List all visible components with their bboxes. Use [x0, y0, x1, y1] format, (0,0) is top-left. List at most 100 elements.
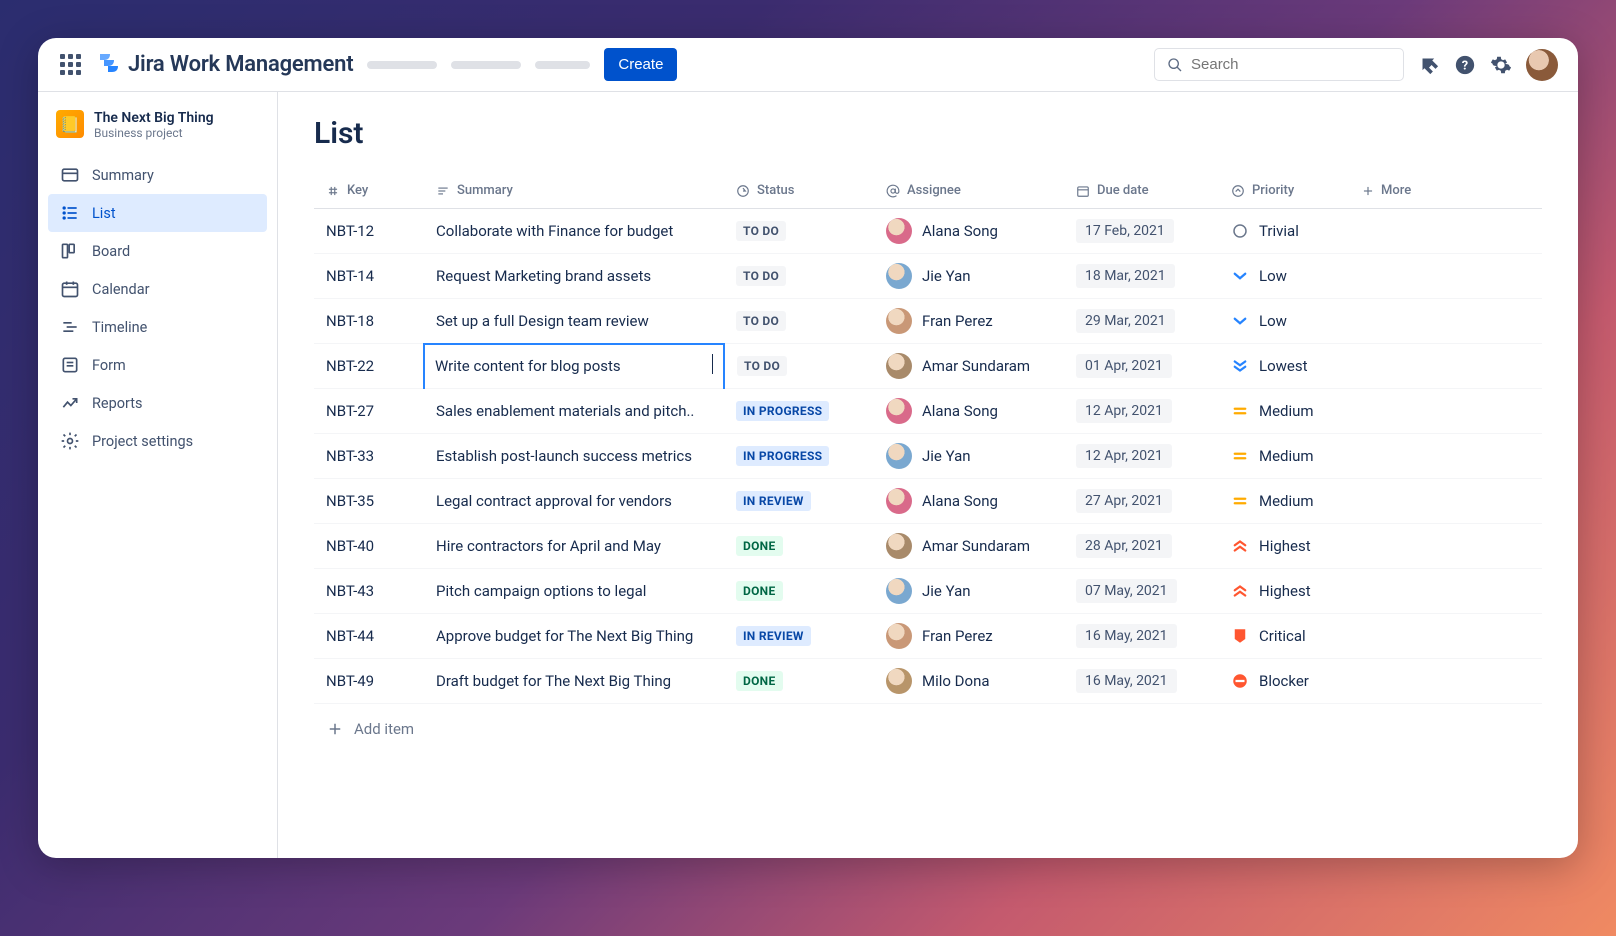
issue-assignee[interactable]: Amar Sundaram — [874, 344, 1064, 389]
issue-due-date[interactable]: 12 Apr, 2021 — [1064, 434, 1219, 479]
issue-assignee[interactable]: Jie Yan — [874, 434, 1064, 479]
issue-key[interactable]: NBT-44 — [314, 614, 424, 659]
issue-priority[interactable]: Blocker — [1219, 659, 1349, 704]
search-input[interactable] — [1154, 48, 1404, 81]
issue-status[interactable]: IN REVIEW — [724, 479, 874, 524]
issue-due-date[interactable]: 28 Apr, 2021 — [1064, 524, 1219, 569]
issue-status[interactable]: IN PROGRESS — [724, 434, 874, 479]
table-row[interactable]: NBT-12Collaborate with Finance for budge… — [314, 209, 1542, 254]
issue-priority[interactable]: Low — [1219, 254, 1349, 299]
add-item-button[interactable]: Add item — [314, 704, 1542, 754]
table-row[interactable]: NBT-44Approve budget for The Next Big Th… — [314, 614, 1542, 659]
issue-summary[interactable]: Establish post-launch success metrics — [424, 434, 724, 479]
product-logo[interactable]: Jira Work Management — [96, 51, 353, 79]
issue-status[interactable]: IN REVIEW — [724, 614, 874, 659]
table-row[interactable]: NBT-49Draft budget for The Next Big Thin… — [314, 659, 1542, 704]
issue-priority[interactable]: Medium — [1219, 434, 1349, 479]
issue-priority[interactable]: Trivial — [1219, 209, 1349, 254]
issue-due-date[interactable]: 07 May, 2021 — [1064, 569, 1219, 614]
project-header[interactable]: 📒 The Next Big Thing Business project — [48, 110, 267, 156]
issue-summary[interactable]: Request Marketing brand assets — [424, 254, 724, 299]
table-row[interactable]: NBT-35Legal contract approval for vendor… — [314, 479, 1542, 524]
issue-key[interactable]: NBT-49 — [314, 659, 424, 704]
issue-priority[interactable]: Medium — [1219, 389, 1349, 434]
column-header-priority[interactable]: Priority — [1219, 173, 1349, 209]
issue-due-date[interactable]: 16 May, 2021 — [1064, 614, 1219, 659]
issue-status[interactable]: DONE — [724, 659, 874, 704]
column-header-status[interactable]: Status — [724, 173, 874, 209]
issue-priority[interactable]: Low — [1219, 299, 1349, 344]
issue-key[interactable]: NBT-27 — [314, 389, 424, 434]
column-header-due-date[interactable]: Due date — [1064, 173, 1219, 209]
issue-assignee[interactable]: Alana Song — [874, 479, 1064, 524]
search-field[interactable] — [1191, 56, 1391, 73]
sidebar-item-reports[interactable]: Reports — [48, 384, 267, 422]
issue-assignee[interactable]: Fran Perez — [874, 614, 1064, 659]
issue-summary[interactable]: Legal contract approval for vendors — [424, 479, 724, 524]
issue-key[interactable]: NBT-22 — [314, 344, 424, 389]
table-row[interactable]: NBT-18Set up a full Design team reviewTO… — [314, 299, 1542, 344]
sidebar-item-board[interactable]: Board — [48, 232, 267, 270]
issue-assignee[interactable]: Jie Yan — [874, 254, 1064, 299]
issue-key[interactable]: NBT-18 — [314, 299, 424, 344]
column-header-assignee[interactable]: Assignee — [874, 173, 1064, 209]
issue-status[interactable]: IN PROGRESS — [724, 389, 874, 434]
issue-due-date[interactable]: 27 Apr, 2021 — [1064, 479, 1219, 524]
sidebar-item-summary[interactable]: Summary — [48, 156, 267, 194]
issue-assignee[interactable]: Fran Perez — [874, 299, 1064, 344]
create-button[interactable]: Create — [604, 48, 677, 81]
issue-priority[interactable]: Medium — [1219, 479, 1349, 524]
sidebar-item-list[interactable]: List — [48, 194, 267, 232]
table-row[interactable]: NBT-33Establish post-launch success metr… — [314, 434, 1542, 479]
issue-due-date[interactable]: 01 Apr, 2021 — [1064, 344, 1219, 389]
issue-status[interactable]: TO DO — [724, 209, 874, 254]
issue-summary[interactable]: Sales enablement materials and pitch.. — [424, 389, 724, 434]
notifications-icon[interactable] — [1418, 54, 1440, 76]
issue-priority[interactable]: Highest — [1219, 524, 1349, 569]
issue-summary[interactable]: Hire contractors for April and May — [424, 524, 724, 569]
issue-due-date[interactable]: 16 May, 2021 — [1064, 659, 1219, 704]
issue-due-date[interactable]: 18 Mar, 2021 — [1064, 254, 1219, 299]
issue-assignee[interactable]: Milo Dona — [874, 659, 1064, 704]
table-row[interactable]: NBT-22Write content for blog postsTO DOA… — [314, 344, 1542, 389]
column-header-summary[interactable]: Summary — [424, 173, 724, 209]
help-icon[interactable]: ? — [1454, 54, 1476, 76]
app-switcher-icon[interactable] — [58, 53, 82, 77]
table-row[interactable]: NBT-27Sales enablement materials and pit… — [314, 389, 1542, 434]
issue-assignee[interactable]: Alana Song — [874, 209, 1064, 254]
issue-due-date[interactable]: 17 Feb, 2021 — [1064, 209, 1219, 254]
issue-assignee[interactable]: Jie Yan — [874, 569, 1064, 614]
issue-status[interactable]: TO DO — [724, 299, 874, 344]
issue-key[interactable]: NBT-14 — [314, 254, 424, 299]
issue-key[interactable]: NBT-43 — [314, 569, 424, 614]
issue-summary[interactable]: Approve budget for The Next Big Thing — [424, 614, 724, 659]
issue-assignee[interactable]: Alana Song — [874, 389, 1064, 434]
table-row[interactable]: NBT-14Request Marketing brand assetsTO D… — [314, 254, 1542, 299]
issue-summary[interactable]: Set up a full Design team review — [424, 299, 724, 344]
table-row[interactable]: NBT-43Pitch campaign options to legalDON… — [314, 569, 1542, 614]
sidebar-item-project-settings[interactable]: Project settings — [48, 422, 267, 460]
settings-icon[interactable] — [1490, 54, 1512, 76]
issue-summary[interactable]: Pitch campaign options to legal — [424, 569, 724, 614]
issue-status[interactable]: TO DO — [724, 344, 874, 389]
issue-summary[interactable]: Write content for blog posts — [424, 344, 724, 389]
issue-due-date[interactable]: 12 Apr, 2021 — [1064, 389, 1219, 434]
issue-due-date[interactable]: 29 Mar, 2021 — [1064, 299, 1219, 344]
issue-key[interactable]: NBT-35 — [314, 479, 424, 524]
user-avatar[interactable] — [1526, 49, 1558, 81]
issue-key[interactable]: NBT-12 — [314, 209, 424, 254]
issue-key[interactable]: NBT-40 — [314, 524, 424, 569]
issue-priority[interactable]: Lowest — [1219, 344, 1349, 389]
table-row[interactable]: NBT-40Hire contractors for April and May… — [314, 524, 1542, 569]
issue-key[interactable]: NBT-33 — [314, 434, 424, 479]
column-header-more[interactable]: More — [1349, 173, 1542, 209]
sidebar-item-calendar[interactable]: Calendar — [48, 270, 267, 308]
issue-assignee[interactable]: Amar Sundaram — [874, 524, 1064, 569]
issue-summary[interactable]: Collaborate with Finance for budget — [424, 209, 724, 254]
issue-priority[interactable]: Highest — [1219, 569, 1349, 614]
sidebar-item-timeline[interactable]: Timeline — [48, 308, 267, 346]
column-header-key[interactable]: Key — [314, 173, 424, 209]
issue-priority[interactable]: Critical — [1219, 614, 1349, 659]
issue-summary[interactable]: Draft budget for The Next Big Thing — [424, 659, 724, 704]
issue-status[interactable]: DONE — [724, 569, 874, 614]
